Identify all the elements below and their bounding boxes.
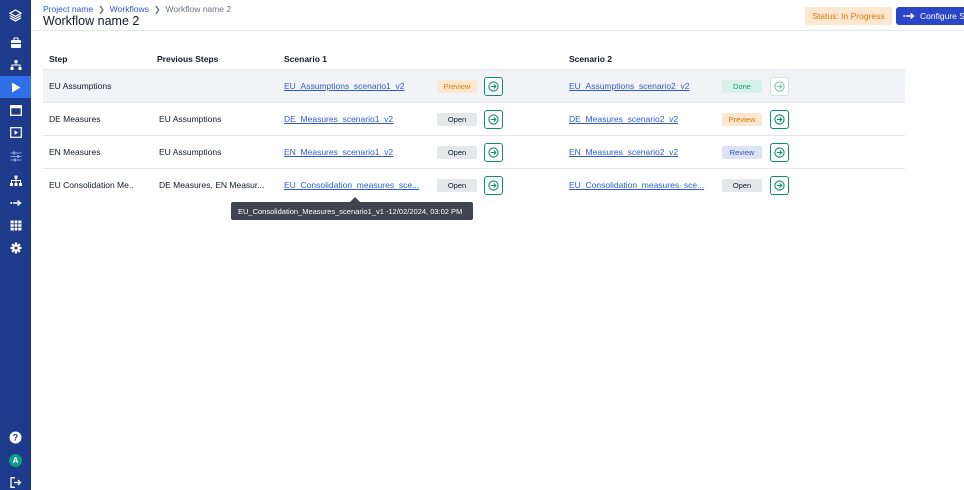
previous-steps: EU Assumptions <box>159 147 222 157</box>
login-arrow-icon <box>774 114 785 125</box>
play-icon[interactable] <box>0 76 31 98</box>
open-scenario-2-button[interactable] <box>770 110 789 129</box>
window-icon[interactable] <box>0 99 31 121</box>
app-root: ? A Project name ❯ Workflows ❯ Workflow … <box>0 0 964 490</box>
link-tooltip: EU_Consolidation_Measures_scenario1_v1 -… <box>231 202 473 220</box>
user-avatar[interactable]: A <box>0 449 31 471</box>
grid-icon[interactable] <box>0 214 31 236</box>
scenario-2-status-badge: Preview <box>722 113 762 126</box>
help-icon[interactable]: ? <box>0 426 31 448</box>
hierarchy-icon[interactable] <box>0 54 31 76</box>
header-scenario-1: Scenario 1 <box>284 54 327 64</box>
scenario-2-status-badge: Review <box>722 146 762 159</box>
page-header: Project name ❯ Workflows ❯ Workflow name… <box>31 0 964 31</box>
table-row[interactable]: EN Measures EU Assumptions EN_Measures_s… <box>43 136 905 169</box>
login-arrow-icon <box>488 81 499 92</box>
scenario-1-status-badge: Open <box>437 113 477 126</box>
step-name: EN Measures <box>49 147 101 157</box>
step-name: EU Assumptions <box>49 81 112 91</box>
scenario-1-link[interactable]: DE_Measures_scenario1_v2 <box>284 103 393 135</box>
page-title: Workflow name 2 <box>43 14 140 28</box>
svg-text:?: ? <box>13 432 19 442</box>
header-scenario-2: Scenario 2 <box>569 54 612 64</box>
chevron-right-icon: ❯ <box>98 4 105 14</box>
configure-steps-button[interactable]: Configure Steps <box>896 7 964 25</box>
login-arrow-icon <box>488 114 499 125</box>
status-badge: Status: In Progress <box>805 7 892 25</box>
step-name: EU Consolidation Me.. <box>49 180 134 190</box>
scenario-2-status-badge: Open <box>722 179 762 192</box>
table-row[interactable]: DE Measures EU Assumptions DE_Measures_s… <box>43 103 905 136</box>
chevron-right-icon: ❯ <box>153 4 161 14</box>
step-name: DE Measures <box>49 114 101 124</box>
open-scenario-2-button[interactable] <box>770 143 789 162</box>
scenario-2-link[interactable]: DE_Measures_scenario2_v2 <box>569 103 678 135</box>
breadcrumb-current: Workflow name 2 <box>165 4 232 14</box>
breadcrumb: Project name ❯ Workflows ❯ Workflow name… <box>43 4 231 14</box>
open-scenario-2-button[interactable] <box>770 176 789 195</box>
scenario-1-link[interactable]: EU_Assumptions_scenario1_v2 <box>284 70 404 102</box>
login-arrow-icon <box>774 147 785 158</box>
scenario-2-link[interactable]: EN_Measures_scenario2_v2 <box>569 136 678 168</box>
sidebar: ? A <box>0 0 31 490</box>
avatar-letter: A <box>9 453 22 467</box>
table-row[interactable]: EU Consolidation Me.. DE Measures, EN Me… <box>43 169 905 202</box>
login-arrow-icon <box>488 147 499 158</box>
breadcrumb-project[interactable]: Project name <box>43 4 93 14</box>
briefcase-icon[interactable] <box>0 32 31 54</box>
configure-steps-label: Configure Steps <box>920 11 964 21</box>
scenario-2-link[interactable]: EU_Assumptions_scenario2_v2 <box>569 70 689 102</box>
table-header: Step Previous Steps Scenario 1 Scenario … <box>43 47 905 70</box>
scenario-2-link[interactable]: EU_Consolidation_measures_sce... <box>569 169 704 201</box>
scenario-1-status-badge: Preview <box>437 80 477 93</box>
previous-steps: EU Assumptions <box>159 114 222 124</box>
scenario-1-status-badge: Open <box>437 179 477 192</box>
sitemap-icon[interactable] <box>0 170 31 192</box>
login-arrow-icon <box>774 180 785 191</box>
open-scenario-1-button[interactable] <box>484 176 503 195</box>
table-row[interactable]: EU Assumptions EU_Assumptions_scenario1_… <box>43 70 905 103</box>
video-icon[interactable] <box>0 121 31 143</box>
scenario-1-link[interactable]: EN_Measures_scenario1_v2 <box>284 136 393 168</box>
breadcrumb-workflows[interactable]: Workflows <box>110 4 149 14</box>
login-arrow-icon <box>774 81 785 92</box>
open-scenario-1-button[interactable] <box>484 143 503 162</box>
header-previous-steps: Previous Steps <box>157 54 219 64</box>
gear-icon[interactable] <box>0 237 31 259</box>
sliders-icon[interactable] <box>0 145 31 167</box>
workflow-table: Step Previous Steps Scenario 1 Scenario … <box>43 47 905 202</box>
header-step: Step <box>49 54 68 64</box>
arrow-right-icon <box>903 12 915 20</box>
layers-icon[interactable] <box>0 4 31 26</box>
login-arrow-icon <box>488 180 499 191</box>
scenario-1-status-badge: Open <box>437 146 477 159</box>
previous-steps: DE Measures, EN Measur... <box>159 180 265 190</box>
scenario-2-status-badge: Done <box>722 80 762 93</box>
open-scenario-2-button[interactable] <box>770 77 789 96</box>
logout-icon[interactable] <box>0 471 31 490</box>
open-scenario-1-button[interactable] <box>484 110 503 129</box>
arrow-right-icon[interactable] <box>0 192 31 214</box>
open-scenario-1-button[interactable] <box>484 77 503 96</box>
